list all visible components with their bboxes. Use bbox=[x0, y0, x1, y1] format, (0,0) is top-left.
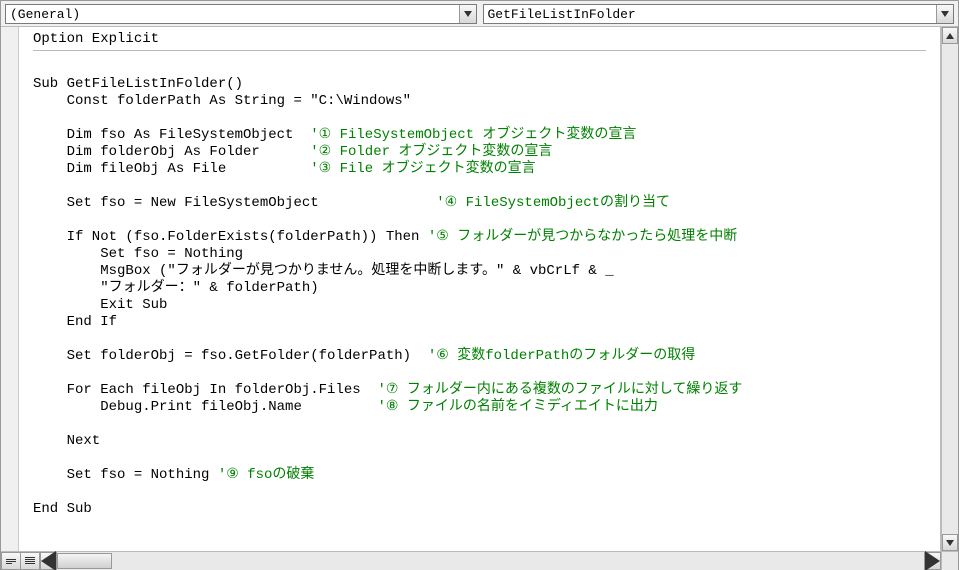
code-content[interactable]: Option Explicit Sub GetFileListInFolder(… bbox=[19, 27, 940, 522]
code-line: For Each fileObj In folderObj.Files bbox=[33, 382, 377, 398]
chevron-down-icon[interactable] bbox=[459, 5, 476, 23]
scroll-left-button[interactable] bbox=[40, 552, 57, 570]
code-line: Option Explicit bbox=[33, 31, 159, 47]
code-line: Set fso = Nothing bbox=[33, 246, 243, 262]
code-comment: '⑧ ファイルの名前をイミディエイトに出力 bbox=[377, 399, 657, 415]
toolbar: (General) GetFileListInFolder bbox=[1, 1, 958, 27]
code-line: "フォルダー：" & folderPath) bbox=[33, 280, 319, 296]
vertical-scrollbar[interactable] bbox=[941, 27, 958, 551]
scroll-down-button[interactable] bbox=[942, 534, 958, 551]
procedure-dropdown-value: GetFileListInFolder bbox=[488, 7, 636, 22]
code-comment: '⑦ フォルダー内にある複数のファイルに対して繰り返す bbox=[377, 382, 742, 398]
bottom-bar bbox=[1, 551, 958, 570]
scrollbar-thumb[interactable] bbox=[57, 553, 112, 569]
code-line: Dim fileObj As File bbox=[33, 161, 310, 177]
code-line: Dim fso As FileSystemObject bbox=[33, 127, 310, 143]
procedure-separator bbox=[33, 50, 926, 51]
code-line: Set folderObj = fso.GetFolder(folderPath… bbox=[33, 348, 428, 364]
code-comment: '② Folder オブジェクト変数の宣言 bbox=[310, 144, 552, 160]
code-line: End If bbox=[33, 314, 117, 330]
code-comment: '⑨ fsoの破棄 bbox=[218, 467, 315, 483]
code-line: If Not (fso.FolderExists(folderPath)) Th… bbox=[33, 229, 428, 245]
scroll-up-button[interactable] bbox=[942, 27, 958, 44]
code-viewport[interactable]: Option Explicit Sub GetFileListInFolder(… bbox=[19, 27, 941, 551]
scrollbar-corner bbox=[941, 552, 958, 570]
procedure-dropdown[interactable]: GetFileListInFolder bbox=[483, 4, 955, 24]
code-line: Const folderPath As String = "C:\Windows… bbox=[33, 93, 411, 109]
code-line: Next bbox=[33, 433, 100, 449]
code-line: Set fso = New FileSystemObject bbox=[33, 195, 436, 211]
code-line: Debug.Print fileObj.Name bbox=[33, 399, 377, 415]
code-line: Exit Sub bbox=[33, 297, 167, 313]
code-comment: '⑥ 変数folderPathのフォルダーの取得 bbox=[428, 348, 695, 364]
code-line: End Sub bbox=[33, 501, 92, 517]
full-module-view-button[interactable] bbox=[20, 552, 40, 570]
code-line: Sub GetFileListInFolder() bbox=[33, 76, 243, 92]
scope-dropdown-value: (General) bbox=[10, 7, 80, 22]
chevron-down-icon[interactable] bbox=[936, 5, 953, 23]
code-comment: '⑤ フォルダーが見つからなかったら処理を中断 bbox=[428, 229, 737, 245]
code-comment: '④ FileSystemObjectの割り当て bbox=[436, 195, 670, 211]
code-line: Dim folderObj As Folder bbox=[33, 144, 310, 160]
editor-area: Option Explicit Sub GetFileListInFolder(… bbox=[1, 27, 958, 551]
procedure-view-button[interactable] bbox=[1, 552, 21, 570]
scope-dropdown[interactable]: (General) bbox=[5, 4, 477, 24]
margin-gutter bbox=[1, 27, 19, 551]
horizontal-scrollbar[interactable] bbox=[40, 552, 941, 570]
code-comment: '③ File オブジェクト変数の宣言 bbox=[310, 161, 535, 177]
code-line: MsgBox ("フォルダーが見つかりません。処理を中断します。" & vbCr… bbox=[33, 263, 614, 279]
code-line: Set fso = Nothing bbox=[33, 467, 218, 483]
code-comment: '① FileSystemObject オブジェクト変数の宣言 bbox=[310, 127, 636, 143]
view-mode-buttons bbox=[1, 552, 40, 570]
scroll-right-button[interactable] bbox=[924, 552, 941, 570]
